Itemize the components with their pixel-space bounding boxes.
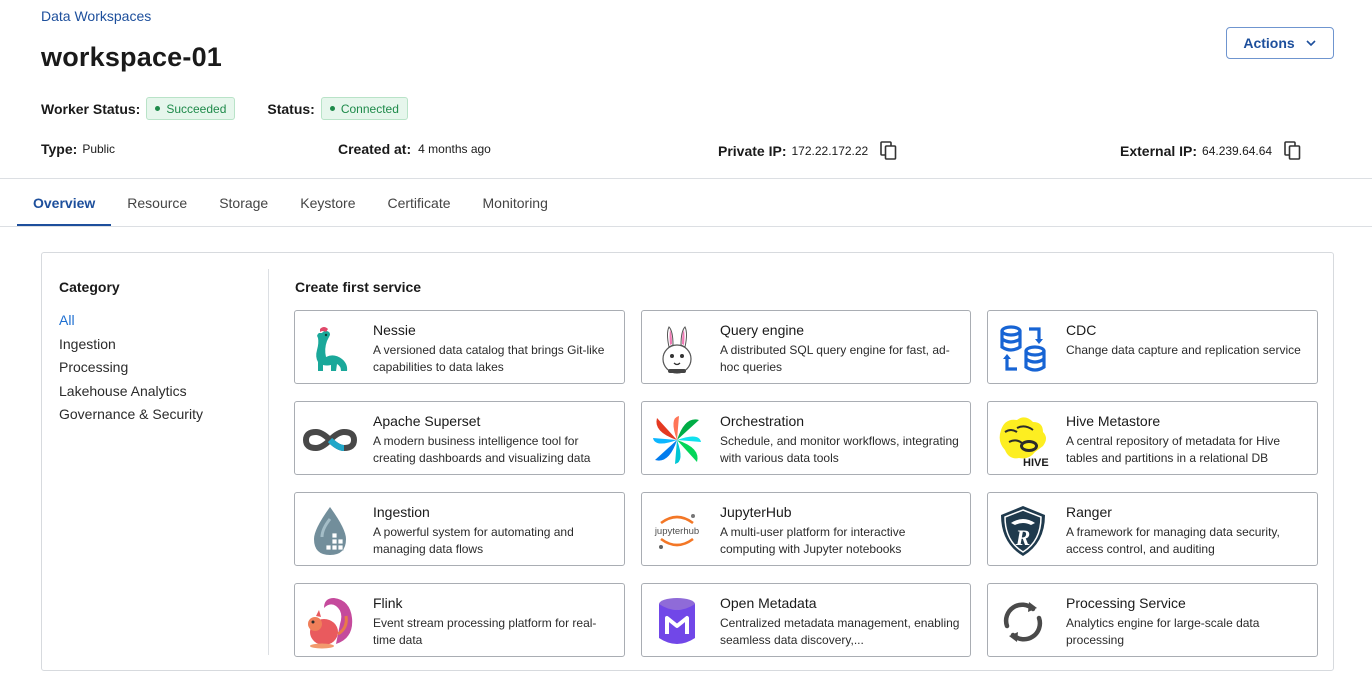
pinwheel-icon	[648, 411, 705, 468]
hive-logo-text: HIVE	[1023, 457, 1049, 468]
service-description: Event stream processing platform for rea…	[373, 616, 597, 647]
category-list: All Ingestion Processing Lakehouse Analy…	[59, 311, 203, 429]
refresh-arrows-icon	[994, 593, 1051, 650]
query-engine-bunny-icon	[648, 320, 705, 377]
service-description: A framework for managing data security, …	[1066, 525, 1280, 556]
service-card-orchestration[interactable]: Orchestration Schedule, and monitor work…	[641, 401, 971, 475]
copy-icon[interactable]	[880, 141, 897, 160]
status-row: Worker Status: Succeeded Status: Connect…	[41, 97, 408, 120]
category-item-lakehouse-analytics[interactable]: Lakehouse Analytics	[59, 382, 203, 406]
type-info: Type: Public	[41, 141, 115, 157]
tabs-divider	[0, 226, 1372, 227]
service-card-processing-service[interactable]: Processing Service Analytics engine for …	[987, 583, 1318, 657]
page-title: workspace-01	[41, 42, 222, 72]
service-description: Analytics engine for large-scale data pr…	[1066, 616, 1260, 647]
service-card-cdc[interactable]: CDC Change data capture and replication …	[987, 310, 1318, 384]
superset-icon	[301, 411, 358, 468]
service-card-nessie[interactable]: Nessie A versioned data catalog that bri…	[294, 310, 625, 384]
actions-button[interactable]: Actions	[1226, 27, 1334, 59]
tab-bar: Overview Resource Storage Keystore Certi…	[17, 179, 564, 227]
service-card-hive-metastore[interactable]: HIVE Hive Metastore A central repository…	[987, 401, 1318, 475]
category-item-processing[interactable]: Processing	[59, 358, 203, 382]
nessie-icon	[301, 320, 358, 377]
jupyter-logo-text: jupyterhub	[653, 526, 698, 537]
service-name: Query engine	[720, 322, 805, 338]
jupyterhub-icon: jupyterhub	[648, 502, 705, 559]
breadcrumb[interactable]: Data Workspaces	[41, 8, 151, 24]
status-dot-icon	[329, 106, 335, 111]
service-name: Hive Metastore	[1066, 413, 1161, 429]
services-title: Create first service	[295, 279, 422, 295]
service-description: Schedule, and monitor workflows, integra…	[720, 434, 959, 465]
private-ip-value: 172.22.172.22	[791, 143, 869, 158]
service-card-flink[interactable]: Flink Event stream processing platform f…	[294, 583, 625, 657]
service-name: Nessie	[373, 322, 416, 338]
status-label: Status:	[267, 100, 315, 117]
services-panel: Category All Ingestion Processing Lakeho…	[41, 252, 1334, 671]
service-card-jupyterhub[interactable]: jupyterhub JupyterHub A multi-user platf…	[641, 492, 971, 566]
category-item-ingestion[interactable]: Ingestion	[59, 335, 203, 359]
service-name: Open Metadata	[720, 595, 817, 611]
service-description: A modern business intelligence tool for …	[373, 434, 591, 465]
service-name: JupyterHub	[720, 504, 792, 520]
service-description: A versioned data catalog that brings Git…	[373, 343, 605, 374]
external-ip-info: External IP: 64.239.64.64	[1120, 141, 1301, 160]
category-item-governance-security[interactable]: Governance & Security	[59, 405, 203, 429]
service-name: Ingestion	[373, 504, 430, 520]
private-ip-info: Private IP: 172.22.172.22	[718, 141, 897, 160]
service-description: Change data capture and replication serv…	[1066, 343, 1301, 357]
flink-squirrel-icon	[301, 593, 358, 650]
service-description: Centralized metadata management, enablin…	[720, 616, 960, 647]
tab-resource[interactable]: Resource	[111, 179, 203, 227]
cdc-database-icon	[994, 320, 1051, 377]
service-name: Processing Service	[1066, 595, 1186, 611]
copy-icon[interactable]	[1284, 141, 1301, 160]
tab-monitoring[interactable]: Monitoring	[467, 179, 564, 227]
status-value: Connected	[340, 101, 399, 116]
chevron-down-icon	[1306, 40, 1316, 47]
type-value: Public	[82, 142, 115, 156]
tab-storage[interactable]: Storage	[203, 179, 284, 227]
service-name: Flink	[373, 595, 403, 611]
service-name: Orchestration	[720, 413, 805, 429]
service-description: A multi-user platform for interactive co…	[720, 525, 906, 556]
external-ip-value: 64.239.64.64	[1202, 143, 1273, 158]
tab-keystore[interactable]: Keystore	[284, 179, 371, 227]
tab-overview[interactable]: Overview	[17, 179, 112, 227]
actions-label: Actions	[1243, 35, 1295, 51]
category-item-all[interactable]: All	[59, 311, 203, 335]
private-ip-label: Private IP:	[718, 142, 787, 159]
created-info: Created at: 4 months ago	[338, 141, 491, 157]
service-name: Apache Superset	[373, 413, 481, 429]
service-name: CDC	[1066, 322, 1097, 338]
created-label: Created at:	[338, 141, 412, 157]
services-grid: Nessie A versioned data catalog that bri…	[294, 310, 1318, 657]
service-description: A distributed SQL query engine for fast,…	[720, 343, 950, 374]
category-title: Category	[59, 279, 120, 295]
service-name: Ranger	[1066, 504, 1112, 520]
service-card-ingestion[interactable]: Ingestion A powerful system for automati…	[294, 492, 625, 566]
category-divider	[268, 269, 269, 655]
ranger-logo-text: R	[1014, 525, 1030, 550]
status-badge: Connected	[320, 97, 408, 120]
service-card-ranger[interactable]: R Ranger A framework for managing data s…	[987, 492, 1318, 566]
service-description: A powerful system for automating and man…	[373, 525, 574, 556]
service-card-query-engine[interactable]: Query engine A distributed SQL query eng…	[641, 310, 971, 384]
service-description: A central repository of metadata for Hiv…	[1066, 434, 1281, 465]
created-value: 4 months ago	[418, 142, 491, 156]
ranger-shield-icon: R	[994, 502, 1051, 559]
worker-status-value: Succeeded	[166, 101, 227, 116]
worker-status-badge: Succeeded	[146, 97, 236, 120]
type-label: Type:	[41, 141, 78, 157]
hive-bee-icon: HIVE	[994, 411, 1051, 468]
external-ip-label: External IP:	[1120, 142, 1198, 159]
status-dot-icon	[155, 106, 161, 111]
open-metadata-icon	[648, 593, 705, 650]
worker-status-label: Worker Status:	[41, 100, 141, 117]
service-card-apache-superset[interactable]: Apache Superset A modern business intell…	[294, 401, 625, 475]
tab-certificate[interactable]: Certificate	[371, 179, 466, 227]
ingestion-drop-icon	[301, 502, 358, 559]
service-card-open-metadata[interactable]: Open Metadata Centralized metadata manag…	[641, 583, 971, 657]
